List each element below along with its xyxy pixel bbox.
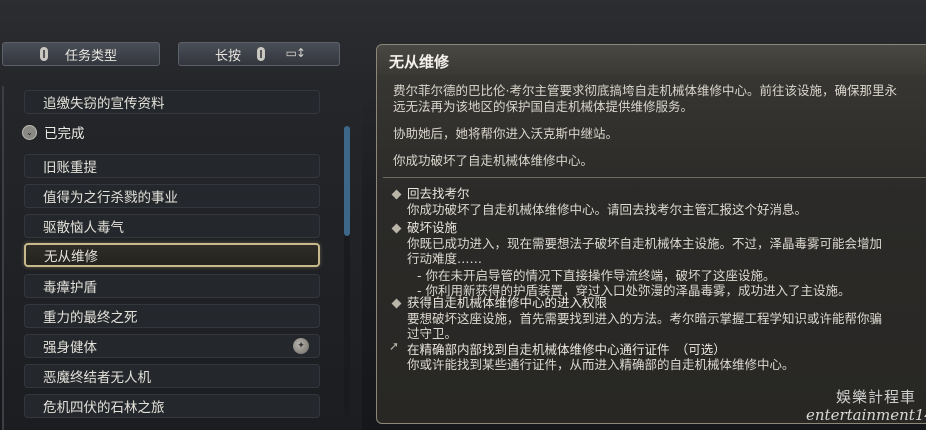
objective-diamond-icon [391,189,402,200]
quest-description: 费尔菲尔德的巴比伦·考尔主管要求彻底搞垮自走机械体维修中心。前往该设施，确保那里… [393,83,897,98]
quest-item-label: 驱散恼人毒气 [43,220,124,236]
sort-label: 长按 [215,48,242,64]
sort-control[interactable]: 长按 ▭↕ [178,42,340,66]
list-scroll-thumb[interactable] [344,126,350,236]
collapse-icon: ⌄ [22,125,37,140]
quest-item-label: 旧账重提 [43,160,97,176]
objective-text: 你既已成功进入，现在需要想法子破坏自走机械体主设施。不过，泽晶毒雾可能会增加 [407,236,883,251]
quest-item-label: 强身健体 [43,340,97,356]
objective-title: 回去找考尔 [407,186,470,201]
quest-item[interactable]: 危机四伏的石林之旅 [24,394,320,418]
quest-item-label: 追缴失窃的宣传资料 [43,96,165,112]
watermark-title: 娛樂計程車 [836,388,917,406]
quest-item-label: 值得为之行杀戮的事业 [43,190,178,206]
objective-text: 你成功破坏了自走机械体维修中心。请回去找考尔主管汇报这个好消息。 [407,202,808,217]
detail-header [377,45,926,75]
quest-title: 无从维修 [389,53,450,71]
objective-title: 获得自走机械体维修中心的进入权限 [407,295,608,310]
quest-item[interactable]: 旧账重提 [24,154,320,178]
objective-title: 破坏设施 [407,220,458,235]
reward-icon: ✦ [293,338,309,354]
quest-item[interactable]: 强身健体 ✦ [24,334,320,358]
completed-group-header[interactable]: ⌄ 已完成 [18,120,328,144]
quest-type-filter[interactable]: 任务类型 [2,42,160,66]
objective-text: 你或许能找到某些通行证件，从而进入精确部的自走机械体维修中心。 [407,357,795,372]
quest-item-label: 重力的最终之死 [43,310,138,326]
objective-diamond-icon [391,223,402,234]
button-prompt-icon [257,47,265,61]
objective-text: 要想破坏这座设施，首先需要找到进入的方法。考尔暗示掌握工程学知识或许能帮你骗 [407,311,883,326]
quest-item[interactable]: 重力的最终之死 [24,304,320,328]
objective-text: 行动难度…… [407,251,483,266]
quest-item-label: 毒瘴护盾 [43,280,97,296]
quest-item-label: 危机四伏的石林之旅 [43,400,165,416]
quest-item[interactable]: 恶魔终结者无人机 [24,364,320,388]
quest-item[interactable]: 毒瘴护盾 [24,274,320,298]
objective-title: 在精确部内部找到自走机械体维修中心通行证件 （可选） [407,342,726,357]
quest-description: 协助她后，她将帮你进入沃克斯中继站。 [393,126,619,141]
sort-arrows-icon: ▭↕ [285,46,306,60]
objective-text: 过守卫。 [407,326,458,341]
quest-detail-panel: 无从维修 费尔菲尔德的巴比伦·考尔主管要求彻底搞垮自走机械体维修中心。前往该设施… [376,44,926,424]
objective-diamond-icon [391,298,402,309]
quest-item-selected[interactable]: 无从维修 [24,243,320,267]
watermark-subtitle: entertainment14 [806,406,926,424]
quest-item-label: 恶魔终结者无人机 [43,370,151,386]
quest-item-label: 无从维修 [44,249,98,265]
optional-objective-icon: ➚ [389,339,400,353]
divider [383,177,926,178]
quest-type-label: 任务类型 [65,48,118,64]
quest-description: 你成功破坏了自走机械体维修中心。 [393,153,594,168]
completed-group-label: 已完成 [44,126,85,142]
button-prompt-icon [40,47,48,61]
quest-item[interactable]: 追缴失窃的宣传资料 [24,90,320,114]
quest-item[interactable]: 值得为之行杀戮的事业 [24,184,320,208]
quest-description: 远无法再为该地区的保护国自走机械体提供维修服务。 [393,99,694,114]
quest-item[interactable]: 驱散恼人毒气 [24,214,320,238]
